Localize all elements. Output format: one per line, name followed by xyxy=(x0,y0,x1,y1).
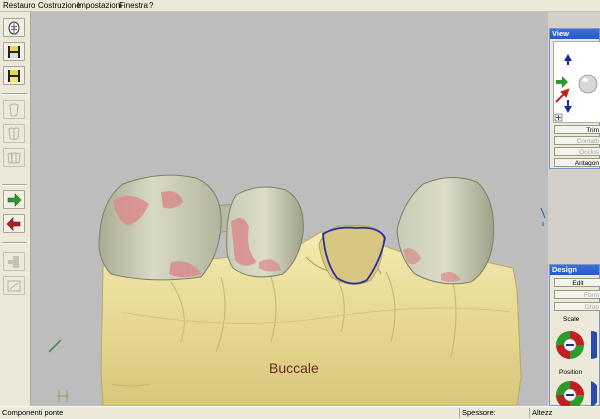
reset-view-icon[interactable] xyxy=(554,113,563,122)
toolbar-separator xyxy=(2,93,27,95)
menu-help[interactable]: ? xyxy=(147,0,155,11)
toolbar-separator xyxy=(2,184,27,186)
scale-label: Scale xyxy=(563,316,580,323)
sphere-icon[interactable] xyxy=(578,74,598,94)
view-panel: View Trim Contatti Occlus Antagon xyxy=(549,28,600,169)
scan-button[interactable] xyxy=(3,276,25,295)
status-altezza: Altezz xyxy=(529,408,552,418)
position-secondary-wheel-icon[interactable] xyxy=(591,381,597,407)
status-components: Componenti ponte xyxy=(2,408,64,417)
save-as-button[interactable] xyxy=(3,66,25,85)
form-button[interactable]: Form xyxy=(554,290,600,299)
arrow-left-icon xyxy=(6,217,21,231)
jaw-button[interactable] xyxy=(3,18,25,37)
scale-control[interactable] xyxy=(555,327,597,363)
dental-model-render[interactable] xyxy=(31,12,548,406)
position-label: Position xyxy=(559,369,583,376)
tooth-triple-button[interactable] xyxy=(3,148,25,167)
save-as-icon xyxy=(8,70,20,82)
tooth-triple-icon xyxy=(7,152,21,164)
save-button[interactable] xyxy=(3,42,25,61)
scale-wheel-icon[interactable] xyxy=(556,331,584,359)
save-icon xyxy=(8,46,20,58)
menu-finestra[interactable]: Finestra xyxy=(117,0,150,11)
arrow-up-icon[interactable] xyxy=(564,54,572,65)
contatti-button[interactable]: Contatti xyxy=(554,136,600,145)
buccale-label: Buccale xyxy=(269,360,319,376)
tooth-double-button[interactable] xyxy=(3,124,25,143)
tooth-single-icon xyxy=(9,103,19,117)
trim-button[interactable]: Trim xyxy=(554,125,600,134)
tooth-double-icon xyxy=(8,127,20,140)
position-wheel-icon[interactable] xyxy=(556,381,584,407)
arrow-right-icon[interactable] xyxy=(556,76,568,88)
arrow-down-icon[interactable] xyxy=(564,100,572,113)
left-toolbar xyxy=(0,12,31,406)
status-spessore: Spessore: xyxy=(459,408,496,418)
orientation-widget[interactable] xyxy=(553,41,600,123)
occlusion-button[interactable]: Occlus xyxy=(554,147,600,156)
design-panel-title: Design xyxy=(550,265,599,275)
status-bar: Componenti ponte Spessore: Altezz xyxy=(0,406,600,419)
connector-icon xyxy=(8,256,19,268)
toolbar-separator xyxy=(2,242,27,244)
scale-secondary-wheel-icon[interactable] xyxy=(591,331,597,359)
arrow-diagonal-icon[interactable] xyxy=(555,88,570,103)
scan-icon xyxy=(7,280,21,292)
3d-viewport[interactable]: Buccale xyxy=(31,12,548,406)
tooth-single-button[interactable] xyxy=(3,100,25,119)
view-panel-title: View xyxy=(550,29,599,39)
menu-restauro[interactable]: Restauro xyxy=(1,0,37,11)
connector-button[interactable] xyxy=(3,252,25,271)
position-control[interactable] xyxy=(555,379,597,407)
edit-button[interactable]: Edit xyxy=(554,278,600,287)
design-panel: Design Edit Form Drop Scale Position xyxy=(549,264,600,407)
previous-button[interactable] xyxy=(3,214,25,233)
next-button[interactable] xyxy=(3,190,25,209)
jaw-icon xyxy=(8,21,20,35)
antagonist-button[interactable]: Antagon xyxy=(554,158,600,167)
drop-button[interactable]: Drop xyxy=(554,302,600,311)
arrow-right-icon xyxy=(7,193,22,207)
menu-bar: Restauro Costruzione Impostazioni Finest… xyxy=(0,0,600,12)
